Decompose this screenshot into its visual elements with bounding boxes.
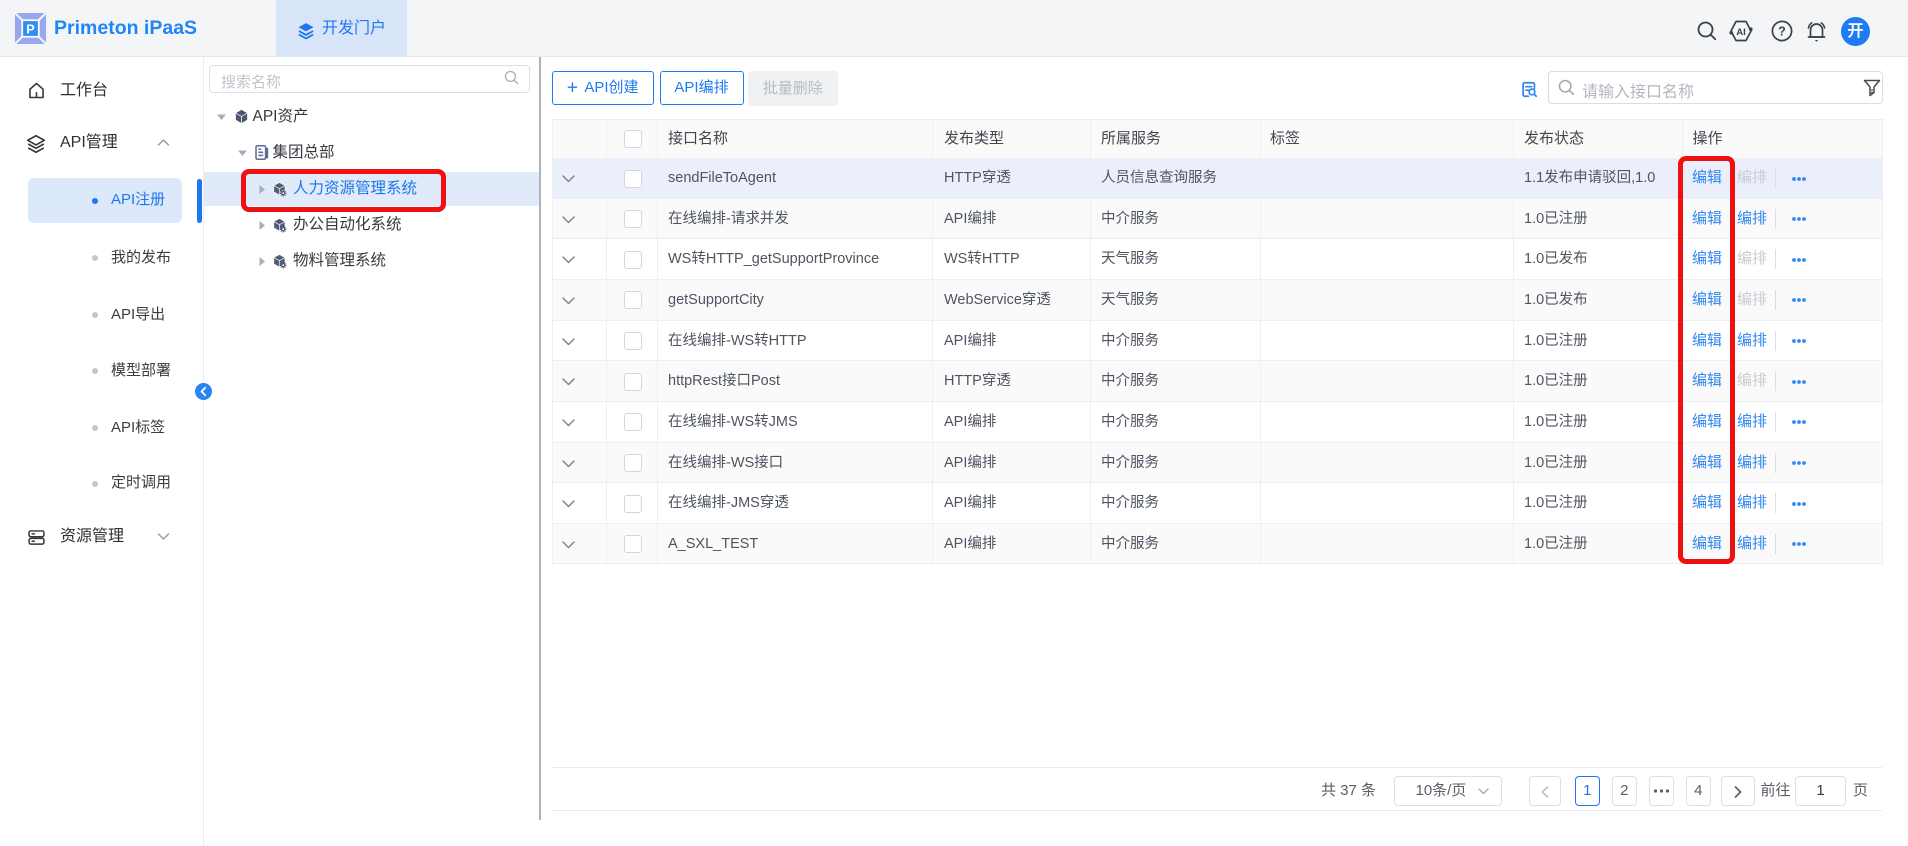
svg-text:?: ?: [1778, 25, 1786, 39]
svg-text:P: P: [26, 23, 34, 37]
svg-text:AI: AI: [1736, 27, 1746, 38]
